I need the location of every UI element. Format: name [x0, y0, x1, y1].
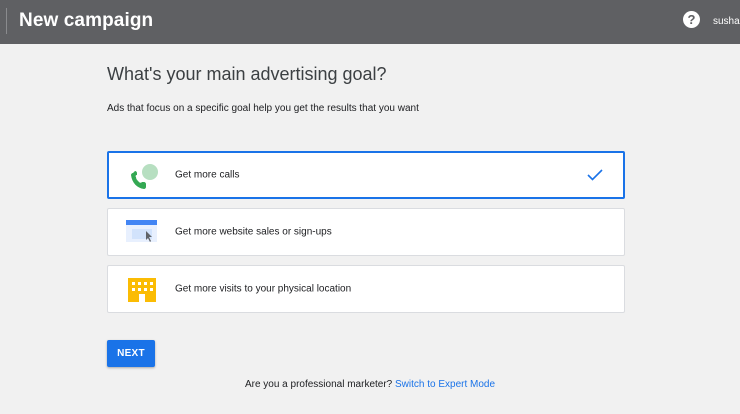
goal-heading: What's your main advertising goal?: [107, 64, 387, 84]
goal-label: Get more calls: [175, 169, 240, 181]
top-bar-divider: [6, 8, 7, 34]
checkmark-icon: [587, 169, 603, 181]
goal-subheading: Ads that focus on a specific goal help y…: [107, 103, 419, 114]
expert-mode-prompt: Are you a professional marketer?: [244, 379, 393, 390]
top-bar: New campaign ? sushar: [0, 0, 740, 44]
phone-call-icon: [131, 164, 158, 189]
page-title: New campaign: [19, 10, 154, 31]
goal-label: Get more visits to your physical locatio…: [175, 283, 352, 295]
goal-label: Get more website sales or sign-ups: [175, 226, 332, 238]
goal-option-calls[interactable]: Get more calls: [107, 151, 625, 199]
goal-option-store-visits[interactable]: Get more visits to your physical locatio…: [107, 265, 625, 313]
help-icon[interactable]: ?: [683, 11, 700, 28]
goal-option-website[interactable]: Get more website sales or sign-ups: [107, 208, 625, 256]
switch-to-expert-mode-link[interactable]: Switch to Expert Mode: [395, 379, 495, 390]
next-button[interactable]: NEXT: [107, 340, 155, 367]
website-icon: [126, 220, 157, 242]
storefront-icon: [128, 278, 156, 302]
expert-mode-footer: Are you a professional marketer? Switch …: [0, 379, 740, 390]
account-name[interactable]: sushar: [713, 16, 740, 27]
